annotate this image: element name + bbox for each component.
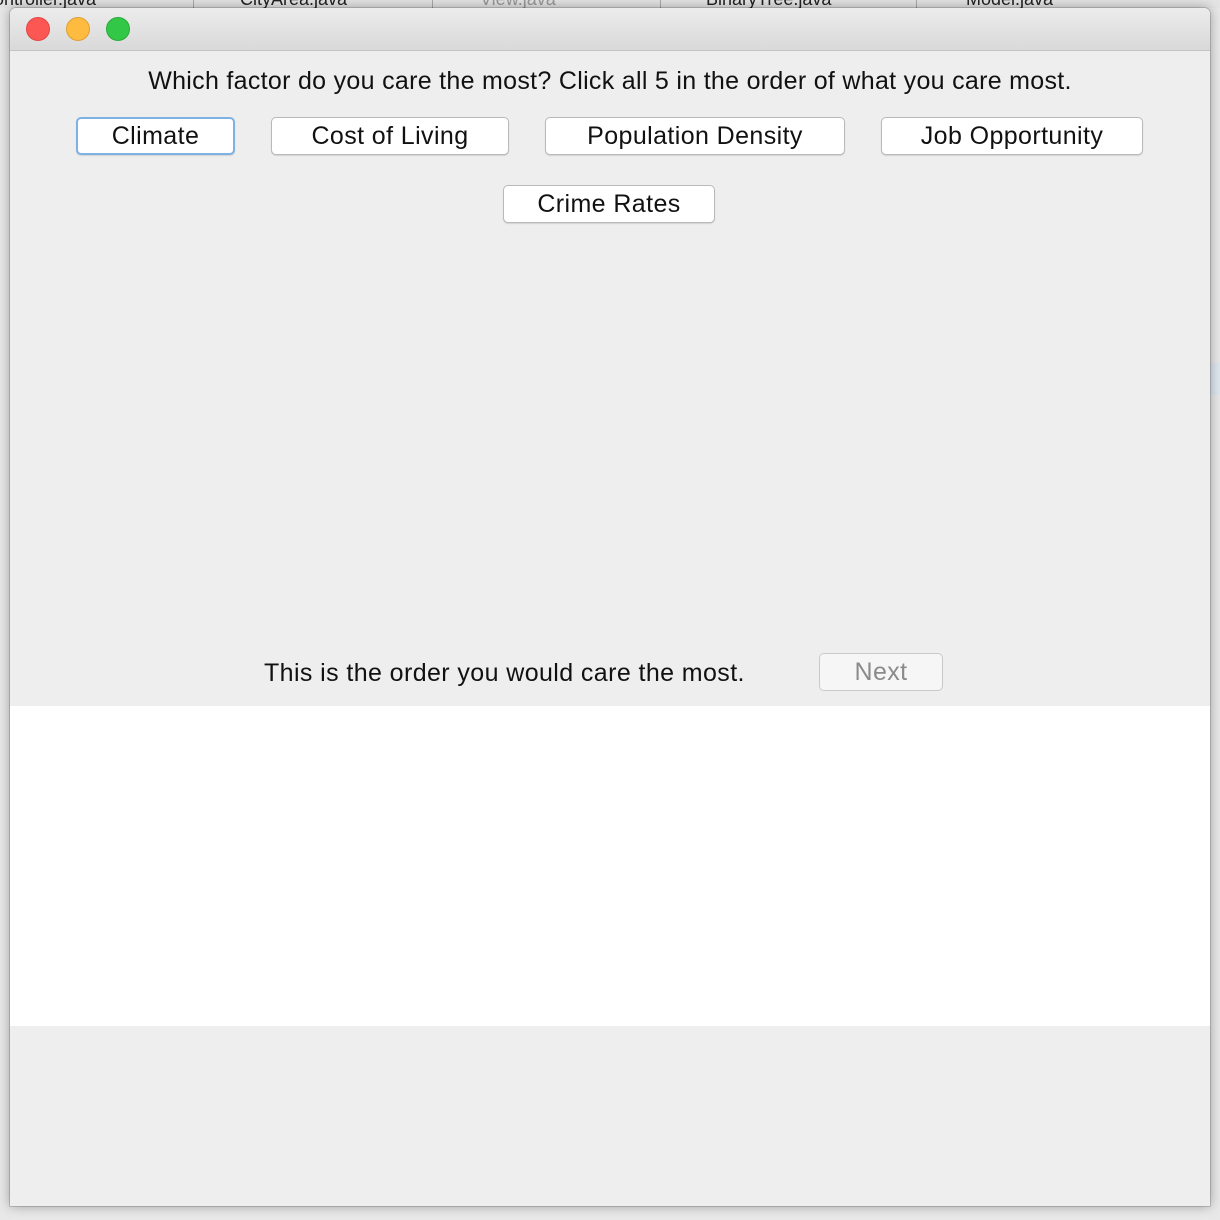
cost-of-living-button[interactable]: Cost of Living: [271, 117, 509, 155]
background-tab: BinaryTree.java: [706, 0, 831, 8]
background-tab: Model.java: [966, 0, 1053, 8]
result-text-area[interactable]: [10, 706, 1210, 1026]
population-density-button[interactable]: Population Density: [545, 117, 845, 155]
desktop: ontroller.java CityArea.java View.java B…: [0, 0, 1220, 1220]
crime-rates-button[interactable]: Crime Rates: [503, 185, 715, 223]
app-window: Which factor do you care the most? Click…: [10, 8, 1210, 1206]
background-editor-tabs: ontroller.java CityArea.java View.java B…: [0, 0, 1220, 8]
next-button[interactable]: Next: [819, 653, 943, 691]
background-tab: ontroller.java: [0, 0, 96, 8]
minimize-icon[interactable]: [66, 17, 90, 41]
title-bar[interactable]: [10, 8, 1210, 51]
close-icon[interactable]: [26, 17, 50, 41]
content-panel: Which factor do you care the most? Click…: [10, 51, 1210, 1206]
question-label: Which factor do you care the most? Click…: [148, 67, 1072, 95]
maximize-icon[interactable]: [106, 17, 130, 41]
background-tab: View.java: [480, 0, 556, 8]
job-opportunity-button[interactable]: Job Opportunity: [881, 117, 1143, 155]
climate-button[interactable]: Climate: [76, 117, 235, 155]
order-label: This is the order you would care the mos…: [264, 659, 745, 687]
background-tab: CityArea.java: [240, 0, 347, 8]
